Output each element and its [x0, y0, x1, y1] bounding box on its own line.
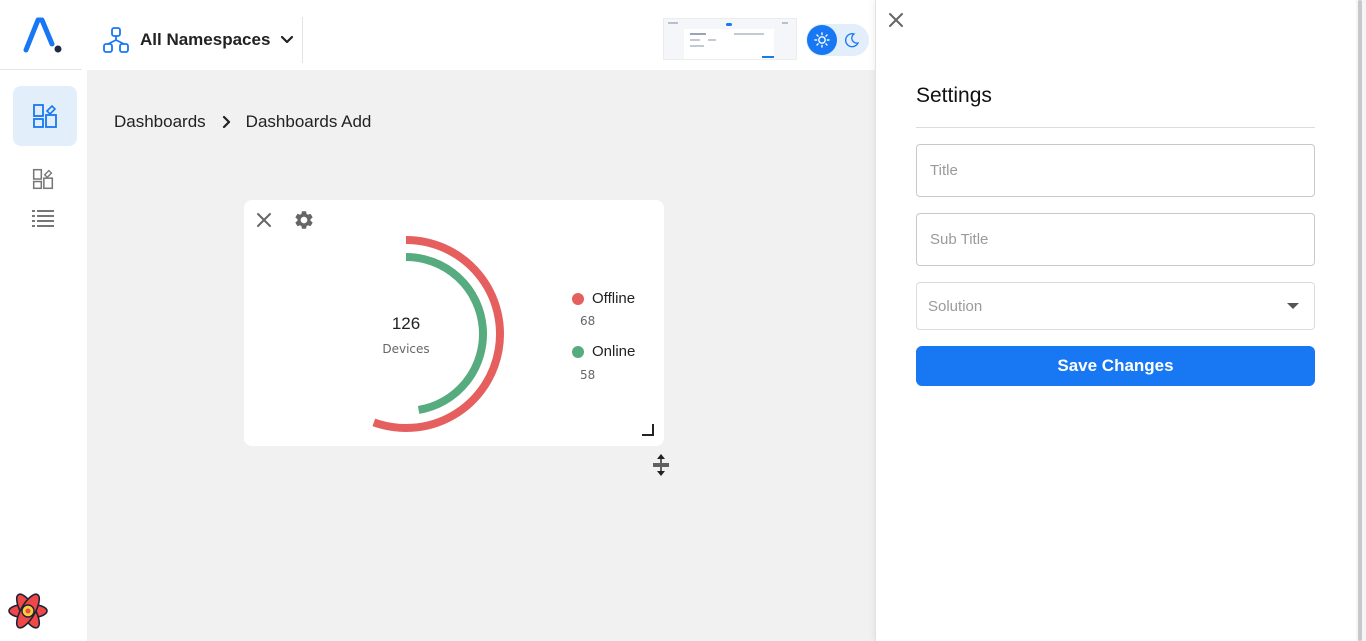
- namespace-label: All Namespaces: [140, 30, 271, 49]
- subtitle-input[interactable]: [916, 213, 1315, 266]
- scrollbar-thumb[interactable]: [1358, 0, 1362, 641]
- scrollbar[interactable]: [1356, 0, 1366, 641]
- namespace-network-icon: [103, 27, 129, 53]
- preview-thumbnail[interactable]: [663, 18, 797, 60]
- breadcrumb-dashboards[interactable]: Dashboards: [114, 112, 206, 132]
- theme-toggle[interactable]: [806, 24, 869, 56]
- sidebar-item-dashboard-add[interactable]: [13, 86, 77, 146]
- total-devices-label: Devices: [382, 342, 430, 356]
- solution-select-label: Solution: [928, 297, 983, 315]
- sidebar: [0, 0, 87, 641]
- total-devices-value: 126: [391, 314, 421, 333]
- settings-divider: [916, 127, 1315, 128]
- moon-icon[interactable]: [840, 28, 864, 52]
- title-input[interactable]: [916, 144, 1315, 197]
- gear-icon[interactable]: [292, 208, 316, 232]
- legend-value-offline: 68: [580, 314, 596, 328]
- close-icon[interactable]: [254, 210, 274, 230]
- app-logo-icon[interactable]: [20, 14, 64, 56]
- breadcrumb: Dashboards Dashboards Add: [114, 112, 371, 132]
- device-status-widget[interactable]: 126 Devices Offline 68 Online 58: [244, 200, 664, 446]
- react-icon[interactable]: [6, 590, 50, 632]
- solution-select[interactable]: Solution: [916, 282, 1315, 330]
- legend-item-online[interactable]: Online: [572, 343, 635, 360]
- legend-dot-offline: [572, 292, 584, 305]
- dashboard-icon: [32, 168, 54, 190]
- legend-value-online: 58: [580, 368, 596, 382]
- breadcrumb-dashboards-add: Dashboards Add: [245, 112, 372, 131]
- dashboard-icon: [33, 104, 57, 128]
- save-changes-button[interactable]: Save Changes: [916, 346, 1315, 386]
- header-divider: [302, 17, 303, 63]
- caret-down-icon: [1287, 303, 1299, 309]
- list-icon: [32, 210, 54, 227]
- legend-label-online: Online: [592, 343, 636, 360]
- namespace-selector[interactable]: All Namespaces: [102, 24, 294, 56]
- chevron-down-icon: [281, 35, 294, 44]
- legend-dot-online: [572, 345, 584, 358]
- sidebar-item-dashboards[interactable]: [30, 166, 56, 192]
- sidebar-divider: [0, 69, 82, 70]
- resize-handle[interactable]: [642, 424, 654, 436]
- resize-vertical-cursor-icon: [652, 453, 670, 477]
- legend-item-offline[interactable]: Offline: [572, 290, 635, 307]
- settings-title: Settings: [916, 84, 992, 107]
- close-icon[interactable]: [886, 10, 906, 30]
- sidebar-item-list[interactable]: [30, 206, 56, 230]
- sun-icon[interactable]: [807, 25, 837, 55]
- settings-panel: Settings Solution Save Changes: [875, 0, 1356, 641]
- legend-label-offline: Offline: [592, 290, 636, 307]
- chevron-right-icon: [222, 115, 232, 129]
